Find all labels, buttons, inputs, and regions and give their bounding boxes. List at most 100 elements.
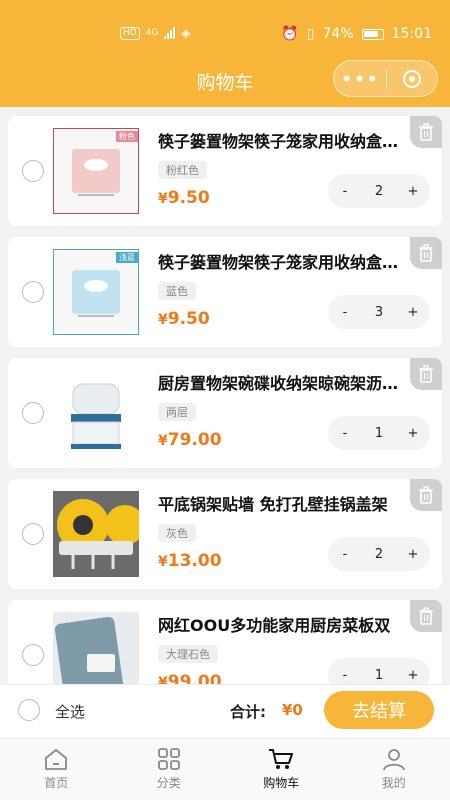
delete-button[interactable] (410, 237, 442, 269)
product-price: ¥13.00 (158, 551, 222, 571)
product-spec: 粉红色 (158, 161, 207, 179)
product-thumbnail[interactable] (53, 612, 139, 684)
select-all-checkbox[interactable] (18, 699, 40, 721)
target-icon (403, 69, 421, 88)
quantity-value[interactable]: 3 (362, 305, 396, 320)
quantity-stepper: - 1 + (328, 658, 430, 684)
increase-button[interactable]: + (396, 184, 430, 199)
tab-label: 购物车 (263, 776, 300, 790)
cutting-board-image (53, 612, 139, 684)
clock: 15:01 (391, 26, 432, 42)
tab-home[interactable]: 首页 (0, 739, 113, 800)
price-value: 9.50 (167, 188, 210, 208)
item-checkbox[interactable] (22, 523, 44, 545)
cart-item: 粉色 筷子篓置物架筷子笼家用收纳盒… 粉红色 ¥9.50 - 2 + (8, 116, 442, 226)
decrease-button[interactable]: - (328, 305, 362, 320)
cart-item: 网红OOU多功能家用厨房菜板双 大理石色 ¥99.00 - 1 + (8, 600, 442, 684)
pan-rack-image (53, 491, 139, 577)
mini-program-capsule: ••• (333, 60, 438, 97)
currency-symbol: ¥ (158, 675, 168, 684)
product-spec: 灰色 (158, 524, 196, 542)
item-checkbox[interactable] (22, 644, 44, 666)
increase-button[interactable]: + (396, 547, 430, 562)
thumb-label: 粉色 (116, 131, 138, 142)
status-bar: HD 4G ◈ ⏰ ▯ 74% 15:01 (0, 0, 450, 64)
price-value: 13.00 (167, 551, 222, 571)
tab-category[interactable]: 分类 (113, 739, 226, 800)
item-checkbox[interactable] (22, 402, 44, 424)
select-all-label[interactable]: 全选 (55, 701, 85, 722)
decrease-button[interactable]: - (328, 668, 362, 683)
cart-icon (269, 749, 294, 769)
product-spec: 大理石色 (158, 645, 218, 663)
product-price: ¥9.50 (158, 309, 210, 329)
header-bar: HD 4G ◈ ⏰ ▯ 74% 15:01 购物车 ••• (0, 0, 450, 107)
alarm-icon: ⏰ (281, 26, 299, 42)
delete-button[interactable] (410, 358, 442, 390)
app-notification-icon: ◈ (181, 26, 191, 40)
item-checkbox[interactable] (22, 160, 44, 182)
increase-button[interactable]: + (396, 668, 430, 683)
quantity-stepper: - 1 + (328, 416, 430, 450)
increase-button[interactable]: + (396, 305, 430, 320)
increase-button[interactable]: + (396, 426, 430, 441)
currency-symbol: ¥ (158, 554, 168, 570)
product-thumbnail[interactable] (53, 491, 139, 577)
product-name[interactable]: 筷子篓置物架筷子笼家用收纳盒… (158, 128, 408, 152)
product-name[interactable]: 筷子篓置物架筷子笼家用收纳盒… (158, 249, 408, 273)
trash-icon (419, 365, 433, 383)
item-checkbox[interactable] (22, 281, 44, 303)
decrease-button[interactable]: - (328, 184, 362, 199)
quantity-value[interactable]: 2 (362, 547, 396, 562)
decrease-button[interactable]: - (328, 547, 362, 562)
product-name[interactable]: 网红OOU多功能家用厨房菜板双 (158, 612, 408, 636)
quantity-value[interactable]: 1 (362, 668, 396, 683)
quantity-value[interactable]: 1 (362, 426, 396, 441)
trash-icon (419, 607, 433, 625)
thumb-label: 浅蓝 (116, 252, 138, 263)
quantity-stepper: - 2 + (328, 174, 430, 208)
trash-icon (419, 486, 433, 504)
tab-cart[interactable]: 购物车 (225, 739, 338, 800)
product-name[interactable]: 平底锅架贴墙 免打孔壁挂锅盖架 (158, 491, 408, 515)
cart-list[interactable]: 粉色 筷子篓置物架筷子笼家用收纳盒… 粉红色 ¥9.50 - 2 + 浅蓝 筷子… (0, 107, 450, 684)
cart-item: 浅蓝 筷子篓置物架筷子笼家用收纳盒… 蓝色 ¥9.50 - 3 + (8, 237, 442, 347)
tab-profile[interactable]: 我的 (338, 739, 450, 800)
battery-percent: 74% (322, 26, 354, 42)
home-icon (45, 749, 68, 770)
tab-label: 我的 (381, 776, 406, 790)
category-icon (157, 748, 180, 770)
bottom-tab-bar: 首页 分类 购物车 我的 (0, 738, 450, 800)
delete-button[interactable] (410, 479, 442, 511)
checkout-bar: 全选 合计: ¥0 去结算 (0, 684, 450, 738)
more-menu-button[interactable]: ••• (334, 67, 386, 91)
quantity-stepper: - 2 + (328, 537, 430, 571)
delete-button[interactable] (410, 116, 442, 148)
user-icon (382, 749, 405, 771)
product-thumbnail[interactable]: 浅蓝 (53, 249, 139, 335)
price-value: 9.50 (167, 309, 210, 329)
decrease-button[interactable]: - (328, 426, 362, 441)
price-value: 99.00 (167, 672, 222, 684)
network-label: 4G (145, 28, 159, 38)
product-price: ¥79.00 (158, 430, 222, 450)
tab-label: 首页 (44, 776, 69, 790)
signal-icon (164, 27, 176, 39)
quantity-value[interactable]: 2 (362, 184, 396, 199)
quantity-stepper: - 3 + (328, 295, 430, 329)
delete-button[interactable] (410, 600, 442, 632)
vibrate-icon: ▯ (306, 26, 315, 42)
total-value: ¥0 (282, 701, 303, 719)
cart-item: 厨房置物架碗碟收纳架晾碗架沥… 两层 ¥79.00 - 1 + (8, 358, 442, 468)
product-spec: 两层 (158, 403, 196, 421)
dish-rack-image (53, 370, 139, 456)
product-thumbnail[interactable] (53, 370, 139, 456)
close-program-button[interactable] (387, 69, 437, 88)
price-value: 79.00 (167, 430, 222, 450)
checkout-button[interactable]: 去结算 (324, 691, 434, 729)
product-name[interactable]: 厨房置物架碗碟收纳架晾碗架沥… (158, 370, 408, 394)
product-thumbnail[interactable]: 粉色 (53, 128, 139, 214)
currency-symbol: ¥ (158, 312, 168, 328)
product-price: ¥9.50 (158, 188, 210, 208)
product-spec: 蓝色 (158, 282, 196, 300)
